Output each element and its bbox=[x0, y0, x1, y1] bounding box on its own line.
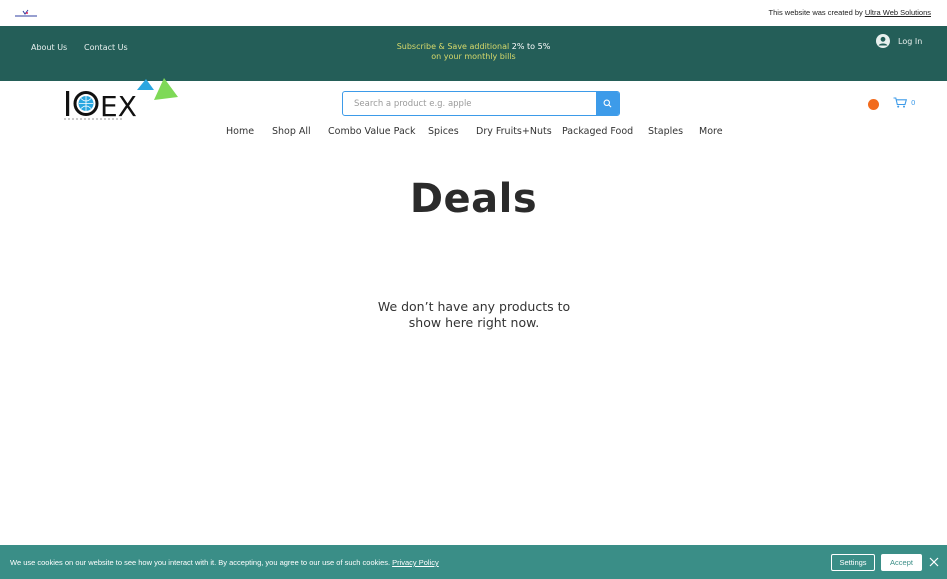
login-button[interactable]: Log In bbox=[876, 34, 922, 48]
nav-item-dry-fruits-nuts[interactable]: Dry Fruits+Nuts bbox=[476, 126, 552, 137]
nav-item-combo-value-pack[interactable]: Combo Value Pack bbox=[328, 126, 416, 137]
top-header: About Us Contact Us Subscribe & Save add… bbox=[0, 26, 947, 81]
promo-percent: 2% to 5% bbox=[511, 42, 551, 51]
credit-bar: This website was created by Ultra Web So… bbox=[0, 0, 947, 26]
cart-count: 0 bbox=[911, 98, 916, 107]
cookie-banner: We use cookies on our website to see how… bbox=[0, 545, 947, 579]
promo-highlight: Subscribe & Save additional bbox=[396, 42, 512, 51]
promo-subline: on your monthly bills bbox=[431, 52, 516, 61]
search-button[interactable] bbox=[596, 92, 619, 115]
user-avatar-icon bbox=[876, 34, 890, 48]
login-label: Log In bbox=[898, 36, 923, 46]
search-bar bbox=[342, 91, 620, 116]
empty-state-message: We don’t have any products to show here … bbox=[377, 299, 571, 330]
search-icon bbox=[603, 99, 612, 108]
nav-item-shop-all[interactable]: Shop All bbox=[272, 126, 311, 137]
cookie-message: We use cookies on our website to see how… bbox=[10, 558, 391, 567]
nav-item-more[interactable]: More bbox=[699, 126, 723, 137]
cookie-settings-button[interactable]: Settings bbox=[831, 554, 875, 571]
nav-item-spices[interactable]: Spices bbox=[428, 126, 459, 137]
credit-prefix: This website was created by bbox=[768, 8, 865, 17]
ultra-web-logo-icon[interactable] bbox=[15, 8, 37, 18]
cookie-text: We use cookies on our website to see how… bbox=[10, 558, 439, 567]
credit-link[interactable]: Ultra Web Solutions bbox=[865, 8, 931, 17]
ioex-logo[interactable]: EX bbox=[64, 76, 184, 122]
search-input[interactable] bbox=[343, 92, 597, 115]
close-icon[interactable] bbox=[929, 557, 939, 567]
privacy-policy-link[interactable]: Privacy Policy bbox=[392, 558, 439, 567]
status-dot-icon[interactable] bbox=[868, 99, 879, 110]
credit-text: This website was created by Ultra Web So… bbox=[769, 8, 931, 17]
cart-button[interactable]: 0 bbox=[893, 97, 915, 108]
nav-item-home[interactable]: Home bbox=[226, 126, 254, 137]
nav-item-packaged-food[interactable]: Packaged Food bbox=[562, 126, 633, 137]
page-title: Deals bbox=[409, 176, 538, 222]
svg-text:EX: EX bbox=[100, 90, 137, 122]
main-nav: Home Shop All Combo Value Pack Spices Dr… bbox=[0, 126, 947, 140]
promo-banner: Subscribe & Save additional 2% to 5% on … bbox=[0, 42, 947, 62]
cart-icon bbox=[893, 97, 907, 108]
cookie-accept-button[interactable]: Accept bbox=[881, 554, 922, 571]
nav-item-staples[interactable]: Staples bbox=[648, 126, 683, 137]
